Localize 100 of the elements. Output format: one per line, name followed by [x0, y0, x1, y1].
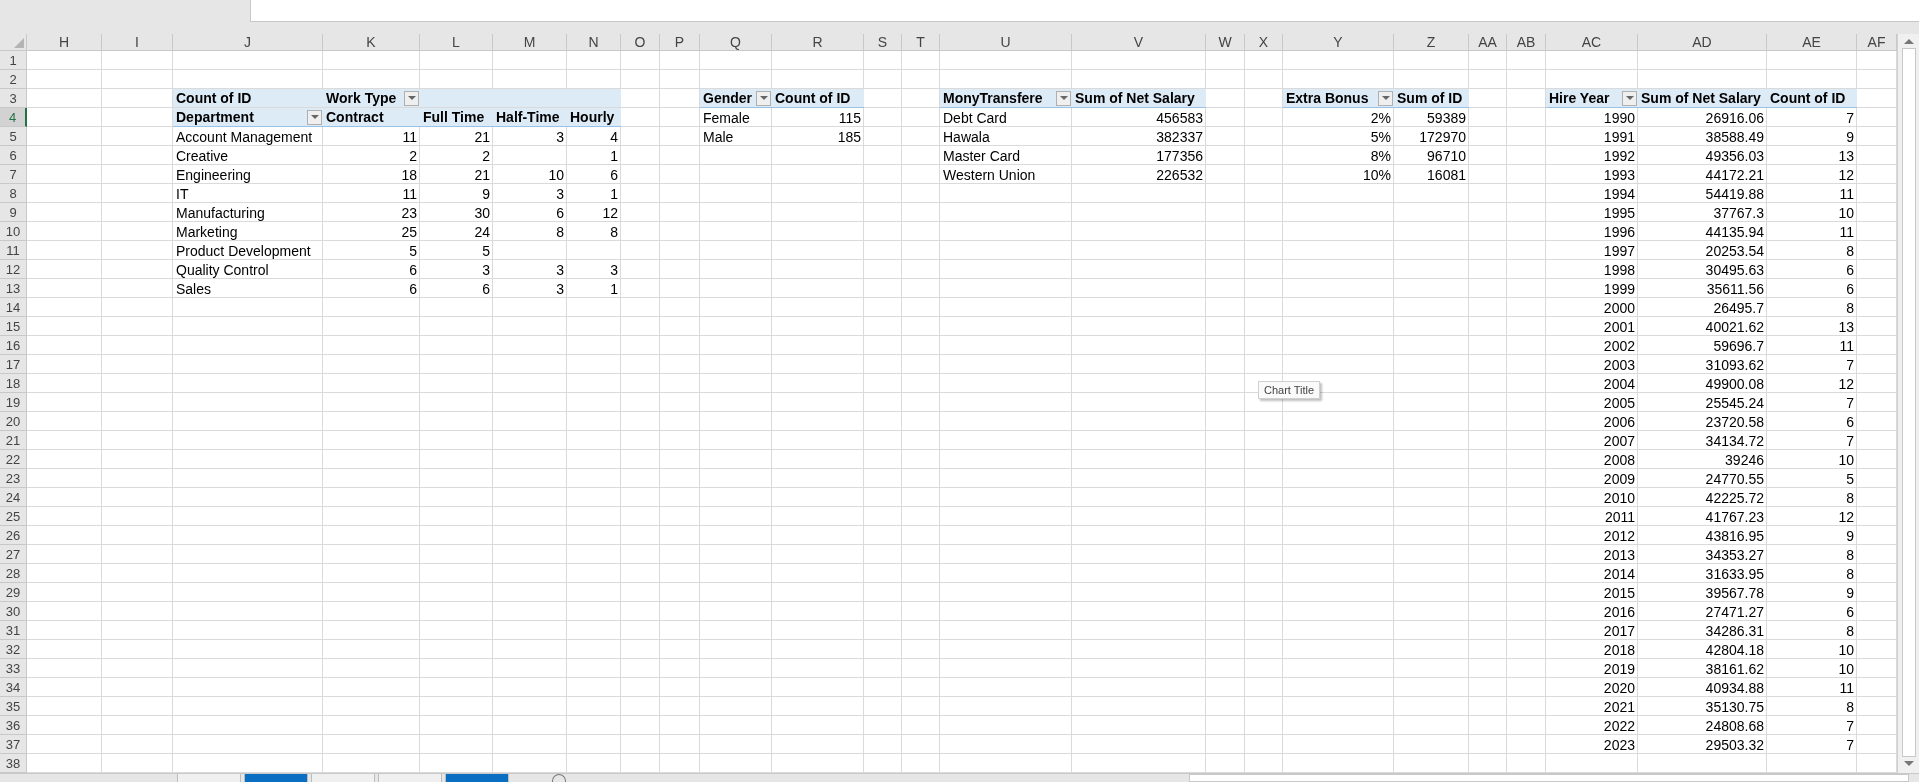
table-cell: 7: [1846, 432, 1854, 449]
row-header[interactable]: 12: [0, 260, 27, 279]
filter-dropdown-button[interactable]: [1056, 90, 1071, 106]
row-header[interactable]: 24: [0, 488, 27, 507]
column-header[interactable]: Y: [1283, 34, 1394, 51]
row-header[interactable]: 33: [0, 659, 27, 678]
row-header[interactable]: 31: [0, 621, 27, 640]
row-header[interactable]: 20: [0, 412, 27, 431]
filter-dropdown-button[interactable]: [1378, 90, 1393, 106]
row-header[interactable]: 27: [0, 545, 27, 564]
column-header[interactable]: AD: [1638, 34, 1767, 51]
vertical-scrollbar[interactable]: [1897, 34, 1919, 773]
scroll-down-icon[interactable]: [1903, 761, 1914, 767]
column-header[interactable]: L: [420, 34, 493, 51]
column-header[interactable]: W: [1206, 34, 1245, 51]
row-header[interactable]: 36: [0, 716, 27, 735]
row-header[interactable]: 37: [0, 735, 27, 754]
sheet-tab[interactable]: [445, 774, 509, 782]
filter-dropdown-button[interactable]: [307, 109, 322, 125]
row-header[interactable]: 14: [0, 298, 27, 317]
table-cell: 16081: [1427, 166, 1466, 183]
row-header[interactable]: 22: [0, 450, 27, 469]
row-header[interactable]: 6: [0, 146, 27, 165]
column-header[interactable]: H: [27, 34, 102, 51]
sheet-tab[interactable]: [244, 774, 308, 782]
table-cell: 456583: [1156, 109, 1203, 126]
column-header[interactable]: T: [902, 34, 940, 51]
table-cell: 10: [548, 166, 564, 183]
scroll-up-icon[interactable]: [1903, 38, 1914, 44]
row-header[interactable]: 11: [0, 241, 27, 260]
row-header[interactable]: 26: [0, 526, 27, 545]
pivot-header: Contract: [326, 109, 384, 125]
column-header[interactable]: AE: [1767, 34, 1857, 51]
row-header[interactable]: 28: [0, 564, 27, 583]
table-cell: 11: [1839, 185, 1854, 202]
scrollbar-thumb[interactable]: [1901, 48, 1916, 757]
formula-bar-field[interactable]: [250, 0, 1919, 22]
row-label: 2009: [1603, 470, 1635, 487]
column-header[interactable]: Z: [1394, 34, 1469, 51]
column-header[interactable]: N: [567, 34, 621, 51]
column-header[interactable]: P: [660, 34, 700, 51]
row-header[interactable]: 2: [0, 70, 27, 89]
column-header[interactable]: S: [864, 34, 902, 51]
row-header[interactable]: 7: [0, 165, 27, 184]
row-header[interactable]: 5: [0, 127, 27, 146]
row-label: Manufacturing: [176, 204, 265, 221]
row-header[interactable]: 1: [0, 51, 27, 70]
column-header[interactable]: AF: [1857, 34, 1897, 51]
row-header[interactable]: 29: [0, 583, 27, 602]
select-all-button[interactable]: [14, 38, 24, 48]
table-cell: 9: [1846, 128, 1854, 145]
sheet-tab[interactable]: [378, 774, 442, 782]
row-header[interactable]: 15: [0, 317, 27, 336]
table-cell: 39567.78: [1705, 584, 1764, 601]
column-header[interactable]: K: [323, 34, 420, 51]
horizontal-scrollbar[interactable]: [1189, 774, 1909, 782]
table-cell: 6: [1846, 603, 1854, 620]
row-header[interactable]: 4: [0, 108, 27, 127]
column-header[interactable]: AC: [1546, 34, 1638, 51]
row-header[interactable]: 30: [0, 602, 27, 621]
row-label: 2010: [1603, 489, 1635, 506]
row-header[interactable]: 25: [0, 507, 27, 526]
row-header[interactable]: 13: [0, 279, 27, 298]
row-header[interactable]: 38: [0, 754, 27, 773]
row-header[interactable]: 23: [0, 469, 27, 488]
row-header[interactable]: 34: [0, 678, 27, 697]
row-header[interactable]: 10: [0, 222, 27, 241]
row-header[interactable]: 35: [0, 697, 27, 716]
column-header[interactable]: U: [940, 34, 1072, 51]
sheet-tab[interactable]: [177, 774, 241, 782]
row-header[interactable]: 9: [0, 203, 27, 222]
row-label: 2019: [1603, 660, 1635, 677]
filter-dropdown-button[interactable]: [404, 90, 419, 106]
column-header[interactable]: I: [102, 34, 173, 51]
column-header[interactable]: R: [772, 34, 864, 51]
filter-dropdown-button[interactable]: [1622, 90, 1637, 106]
table-cell: 41767.23: [1705, 508, 1764, 525]
row-header[interactable]: 16: [0, 336, 27, 355]
filter-dropdown-button[interactable]: [756, 90, 771, 106]
row-label: 2020: [1603, 679, 1635, 696]
column-header[interactable]: J: [173, 34, 323, 51]
table-cell: 6: [1846, 413, 1854, 430]
row-header[interactable]: 21: [0, 431, 27, 450]
column-header[interactable]: AA: [1469, 34, 1507, 51]
row-header[interactable]: 19: [0, 393, 27, 412]
row-header[interactable]: 3: [0, 89, 27, 108]
column-header[interactable]: O: [621, 34, 660, 51]
table-cell: 1: [610, 280, 618, 297]
column-header[interactable]: X: [1245, 34, 1283, 51]
row-header[interactable]: 8: [0, 184, 27, 203]
column-header[interactable]: V: [1072, 34, 1206, 51]
row-header[interactable]: 17: [0, 355, 27, 374]
row-label: Sales: [176, 280, 212, 297]
column-header[interactable]: M: [493, 34, 567, 51]
table-cell: 21: [474, 166, 490, 183]
column-header[interactable]: AB: [1507, 34, 1546, 51]
row-header[interactable]: 18: [0, 374, 27, 393]
sheet-tab[interactable]: [311, 774, 375, 782]
column-header[interactable]: Q: [700, 34, 772, 51]
row-header[interactable]: 32: [0, 640, 27, 659]
